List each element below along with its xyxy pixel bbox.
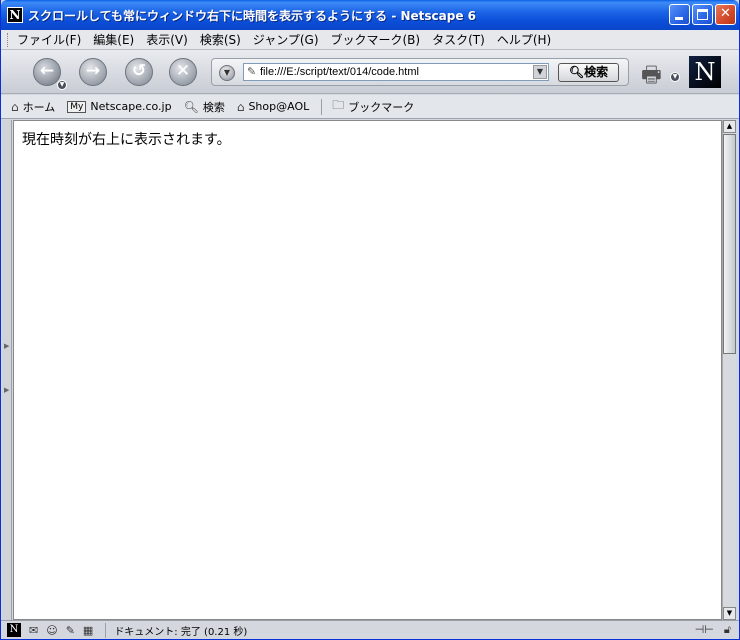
url-input[interactable]: file:///E:/script/text/014/code.html [243, 63, 549, 81]
sidebar-open-icon: ▶ [4, 386, 10, 394]
menu-view[interactable]: 表示(V) [146, 31, 188, 48]
page-proxy-icon[interactable]: ✎ [247, 65, 256, 78]
instant-messenger-icon[interactable]: ☺ [46, 624, 57, 637]
menu-bar: ファイル(F) 編集(E) 表示(V) 検索(S) ジャンプ(G) ブックマーク… [1, 30, 739, 50]
scroll-up-button[interactable]: ▲ [723, 120, 736, 133]
menu-edit[interactable]: 編集(E) [93, 31, 134, 48]
print-dropdown[interactable]: ▼ [670, 72, 680, 82]
menu-go[interactable]: ジャンプ(G) [253, 31, 319, 48]
maximize-button[interactable] [692, 4, 713, 25]
personal-toolbar: ⌂ ホーム My Netscape.co.jp 🔍︎ 検索 ⌂ Shop@AOL… [1, 95, 739, 119]
menu-file[interactable]: ファイル(F) [17, 31, 81, 48]
search-button[interactable]: 🔍︎検索 [558, 63, 619, 82]
netscape-link[interactable]: My Netscape.co.jp [67, 100, 172, 113]
window-controls: ✕ [669, 4, 736, 25]
magnifier-icon: 🔍︎ [568, 65, 585, 79]
search-button-label: 検索 [584, 65, 609, 79]
back-history-dropdown[interactable]: ▼ [57, 80, 67, 90]
bookmarks-label: ブックマーク [348, 100, 415, 114]
status-text: ドキュメント: 完了 (0.21 秒) [105, 622, 625, 638]
my-netscape-icon: My [67, 100, 87, 113]
stop-button[interactable]: ✕ [169, 58, 197, 86]
search-link[interactable]: 🔍︎ 検索 [184, 99, 225, 115]
sidebar-open-icon: ▶ [4, 342, 10, 350]
url-dropdown-button[interactable]: ▼ [533, 65, 547, 79]
forward-arrow-icon: → [85, 61, 101, 81]
status-bar: N ✉ ☺ ✎ ▦ ドキュメント: 完了 (0.21 秒) ⊣⊢ 🔓︎ [1, 620, 739, 639]
mail-icon[interactable]: ✉ [29, 624, 38, 637]
menu-tasks[interactable]: タスク(T) [432, 31, 485, 48]
shop-link[interactable]: ⌂ Shop@AOL [237, 100, 309, 114]
home-label: ホーム [22, 100, 56, 114]
close-icon: ✕ [720, 6, 731, 21]
toolbar-separator [321, 98, 323, 115]
address-book-icon[interactable]: ▦ [83, 624, 93, 637]
vertical-scrollbar[interactable]: ▲ ▼ [722, 120, 736, 620]
browser-window: N スクロールしても常にウィンドウ右下に時間を表示するようにする - Netsc… [0, 0, 740, 640]
scroll-thumb[interactable] [723, 134, 736, 354]
menu-search[interactable]: 検索(S) [200, 31, 241, 48]
menu-grip[interactable] [7, 32, 11, 47]
print-button[interactable]: 🖶 [641, 58, 671, 88]
page-content[interactable]: 現在時刻が右上に表示されます。 [13, 120, 722, 620]
menu-help[interactable]: ヘルプ(H) [497, 31, 551, 48]
magnifier-icon: 🔍︎ [183, 99, 199, 114]
stop-icon: ✕ [175, 61, 191, 81]
home-icon: ⌂ [11, 99, 19, 114]
online-status-icon[interactable]: ⊣⊢ [695, 623, 714, 637]
search-link-label: 検索 [202, 100, 225, 114]
url-go-button[interactable]: ▼ [219, 65, 235, 81]
folder-icon: 🗀 [332, 98, 345, 112]
page-text: 現在時刻が右上に表示されます。 [22, 132, 231, 148]
sidebar-grippy[interactable]: ▶ ▶ [2, 120, 12, 620]
forward-button[interactable]: → [79, 58, 107, 86]
home-link[interactable]: ⌂ ホーム [11, 99, 55, 115]
netscape-link-label: Netscape.co.jp [90, 100, 172, 113]
scroll-down-button[interactable]: ▼ [723, 607, 736, 620]
shop-link-label: Shop@AOL [248, 100, 310, 113]
window-title: スクロールしても常にウィンドウ右下に時間を表示するようにする - Netscap… [28, 8, 477, 23]
maximize-icon [697, 9, 708, 20]
title-bar[interactable]: N スクロールしても常にウィンドウ右下に時間を表示するようにする - Netsc… [1, 0, 739, 30]
composer-icon[interactable]: ✎ [66, 624, 75, 637]
minimize-icon [675, 17, 683, 20]
bookmarks-folder[interactable]: 🗀 ブックマーク [332, 96, 414, 117]
netscape-logo[interactable]: N [689, 56, 721, 88]
status-indicators: ⊣⊢ 🔓︎ [695, 623, 731, 637]
close-button[interactable]: ✕ [715, 4, 736, 25]
shop-house-icon: ⌂ [236, 99, 245, 114]
menu-bookmarks[interactable]: ブックマーク(B) [331, 31, 421, 48]
back-arrow-icon: ← [39, 61, 55, 81]
printer-icon: 🖶 [641, 63, 662, 88]
netscape-app-icon[interactable]: N [7, 7, 23, 23]
security-lock-icon[interactable]: 🔓︎ [724, 623, 731, 637]
minimize-button[interactable] [669, 4, 690, 25]
navigation-toolbar: ← ▼ → ↺ ✕ ▼ file:///E:/script/text/014/c… [1, 50, 739, 94]
netscape-taskbar-icon[interactable]: N [7, 623, 21, 637]
reload-icon: ↺ [131, 61, 147, 81]
reload-button[interactable]: ↺ [125, 58, 153, 86]
